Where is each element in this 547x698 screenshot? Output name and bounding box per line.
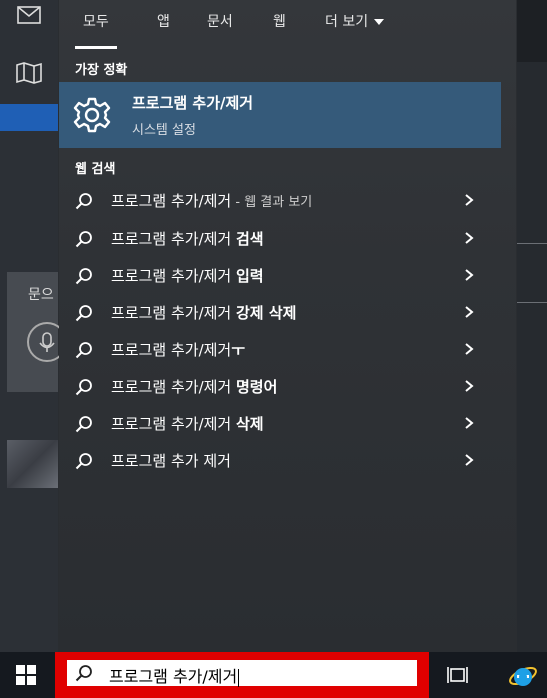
search-results-panel: 모두 앱 문서 웹 더 보기 가장 정확 프로그램 추가/제거 시스템 설정 웹…	[59, 0, 516, 652]
search-input-value: 프로그램 추가/제거	[109, 663, 240, 687]
search-text: 프로그램 추가/제거	[109, 667, 238, 686]
web-result-5[interactable]: 프로그램 추가/제거 명령어	[59, 368, 501, 405]
tab-apps[interactable]: 앱	[157, 0, 170, 46]
result-bold-text: 입력	[236, 267, 264, 285]
result-text: 프로그램 추가/제거	[111, 192, 232, 210]
cortana-card[interactable]: 문으	[7, 272, 67, 392]
web-search-heading: 웹 검색	[75, 162, 116, 177]
chevron-right-icon	[465, 380, 474, 392]
tab-more-label: 더 보기	[325, 14, 369, 30]
task-view-icon[interactable]	[446, 665, 470, 685]
taskbar-search-input[interactable]: 프로그램 추가/제거	[67, 660, 417, 687]
search-icon	[75, 268, 92, 285]
best-match-result[interactable]: 프로그램 추가/제거 시스템 설정	[59, 82, 501, 148]
selected-nav-highlight	[0, 104, 58, 131]
right-background-pane	[517, 0, 547, 652]
web-result-4[interactable]: 프로그램 추가/제거ㅜ	[59, 331, 501, 368]
result-bold-text: ㅜ	[231, 341, 246, 359]
chevron-right-icon	[465, 232, 474, 244]
search-icon	[75, 379, 92, 396]
result-text: 프로그램 추가/제거	[111, 304, 236, 322]
best-match-subtitle: 시스템 설정	[132, 123, 196, 138]
gear-icon	[72, 95, 112, 135]
tab-all[interactable]: 모두	[75, 0, 117, 49]
search-icon	[75, 416, 92, 433]
tab-documents[interactable]: 문서	[207, 0, 233, 46]
result-text: 프로그램 추가 제거	[111, 452, 231, 470]
left-background-pane: 문으	[0, 0, 67, 652]
chevron-right-icon	[465, 306, 474, 318]
result-text: 프로그램 추가/제거	[111, 378, 236, 396]
chevron-down-icon	[374, 19, 385, 25]
search-icon	[75, 305, 92, 322]
search-icon	[75, 665, 92, 682]
result-bold-text: 강제 삭제	[236, 304, 297, 322]
search-icon	[75, 231, 92, 248]
tab-web-label: 웹	[273, 14, 286, 30]
search-icon	[75, 453, 92, 470]
web-result-label: 프로그램 추가 제거	[111, 450, 231, 471]
thumbnail-image	[7, 440, 58, 488]
best-match-title: 프로그램 추가/제거	[132, 94, 254, 112]
web-result-label: 프로그램 추가/제거 - 웹 결과 보기	[111, 190, 312, 211]
divider	[517, 302, 547, 303]
result-text: 프로그램 추가/제거	[111, 415, 236, 433]
web-result-3[interactable]: 프로그램 추가/제거 강제 삭제	[59, 294, 501, 331]
search-box-highlight: 프로그램 추가/제거	[55, 652, 429, 698]
taskbar: 프로그램 추가/제거	[0, 652, 547, 698]
result-bold-text: 검색	[236, 230, 264, 248]
web-result-2[interactable]: 프로그램 추가/제거 입력	[59, 257, 501, 294]
result-suffix: - 웹 결과 보기	[231, 195, 313, 210]
web-result-label: 프로그램 추가/제거ㅜ	[111, 339, 245, 360]
web-result-0[interactable]: 프로그램 추가/제거 - 웹 결과 보기	[59, 182, 501, 219]
web-result-label: 프로그램 추가/제거 강제 삭제	[111, 302, 296, 323]
result-text: 프로그램 추가/제거	[111, 341, 232, 359]
tab-apps-label: 앱	[157, 14, 170, 30]
web-result-7[interactable]: 프로그램 추가 제거	[59, 442, 501, 479]
chevron-right-icon	[465, 194, 474, 206]
result-bold-text: 명령어	[236, 378, 278, 396]
search-icon	[75, 342, 92, 359]
tab-all-label: 모두	[83, 14, 109, 30]
cortana-card-text: 문으	[28, 287, 54, 303]
best-match-heading: 가장 정확	[75, 63, 128, 78]
map-icon[interactable]	[14, 58, 44, 88]
web-result-label: 프로그램 추가/제거 검색	[111, 228, 264, 249]
divider	[517, 243, 547, 244]
chevron-right-icon	[465, 417, 474, 429]
result-text: 프로그램 추가/제거	[111, 230, 236, 248]
chevron-right-icon	[465, 269, 474, 281]
tab-more[interactable]: 더 보기	[325, 0, 385, 46]
mail-icon[interactable]	[14, 0, 44, 30]
internet-explorer-icon[interactable]	[508, 661, 538, 691]
result-text: 프로그램 추가/제거	[111, 267, 236, 285]
tab-documents-label: 문서	[207, 14, 233, 30]
search-icon	[75, 193, 92, 210]
web-result-label: 프로그램 추가/제거 입력	[111, 265, 264, 286]
filter-tabs: 모두 앱 문서 웹 더 보기	[59, 0, 516, 49]
text-cursor	[238, 668, 240, 687]
web-result-label: 프로그램 추가/제거 명령어	[111, 376, 277, 397]
chevron-right-icon	[465, 454, 474, 466]
right-content-block	[517, 62, 547, 652]
web-result-label: 프로그램 추가/제거 삭제	[111, 413, 264, 434]
web-result-6[interactable]: 프로그램 추가/제거 삭제	[59, 405, 501, 442]
windows-start-icon[interactable]	[16, 665, 36, 685]
web-result-1[interactable]: 프로그램 추가/제거 검색	[59, 220, 501, 257]
result-bold-text: 삭제	[236, 415, 264, 433]
chevron-right-icon	[465, 343, 474, 355]
tab-web[interactable]: 웹	[273, 0, 286, 46]
